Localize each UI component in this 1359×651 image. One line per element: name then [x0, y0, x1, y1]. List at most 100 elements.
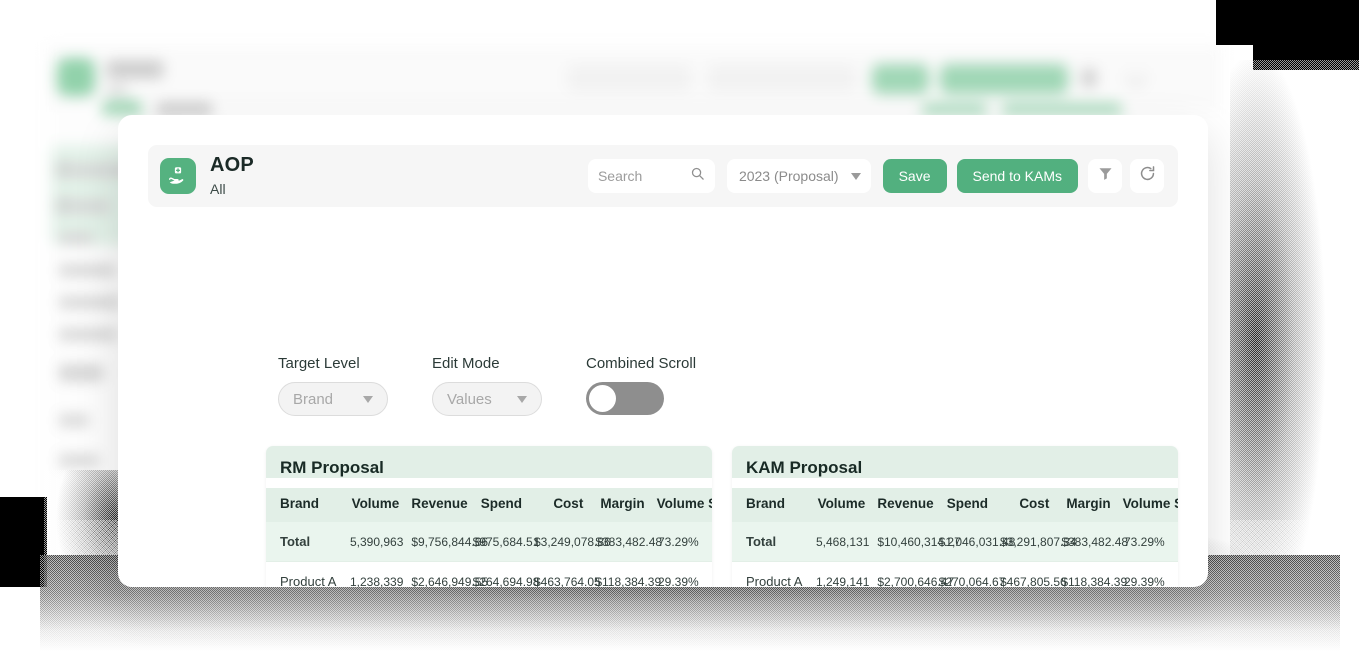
table-header-row: Brand Volume Revenue Spend Cost Margin Volume …	[266, 488, 712, 522]
page-subtitle: All	[210, 181, 226, 197]
cell-spend[interactable]: $270,064.67	[932, 561, 1005, 587]
background-refresh-icon	[1127, 69, 1145, 87]
cell-brand[interactable]: Product A	[732, 561, 810, 587]
screenshot-root: AOP All 2023 (Proposal) Save Send to KAM…	[0, 0, 1359, 651]
proposal-panel: KAM Proposal Brand Volume Revenue Spend Cost M…	[732, 446, 1178, 587]
filter-button[interactable]	[1088, 159, 1122, 193]
panel-header: KAM Proposal	[732, 446, 1178, 478]
table-row[interactable]: Product A 1,249,141 $2,700,646.47 $270,064.…	[732, 561, 1178, 587]
chevron-down-icon	[517, 395, 527, 403]
cell-margin[interactable]: $118,384.39	[1055, 561, 1127, 587]
cell-split[interactable]: 73.29%	[650, 522, 712, 562]
controls-row: Target Level Brand Edit Mode Values Comb…	[278, 355, 696, 416]
chevron-down-icon	[363, 395, 373, 403]
proposal-panel: RM Proposal Brand Volume Revenue Spend Cost Ma…	[266, 446, 712, 587]
cell-revenue[interactable]: $9,756,844.66	[405, 522, 488, 562]
chevron-down-icon	[850, 172, 861, 180]
column-header-revenue[interactable]: Revenue	[871, 488, 934, 522]
background-save-button	[872, 64, 929, 94]
cell-revenue[interactable]: $2,646,949.55	[405, 561, 488, 587]
column-header-spend[interactable]: Spend	[932, 488, 994, 522]
edit-mode-control: Edit Mode Values	[432, 355, 542, 416]
background-search-input	[567, 64, 692, 92]
table-row[interactable]: Product A 1,238,339 $2,646,949.55 $264,694.…	[266, 561, 712, 587]
background-app-title	[107, 61, 163, 78]
cell-revenue[interactable]: $10,460,314.27	[871, 522, 961, 562]
panel-header: RM Proposal	[266, 446, 712, 478]
search-icon	[690, 166, 705, 186]
column-header-spend[interactable]: Spend	[466, 488, 528, 522]
column-header-brand[interactable]: Brand	[732, 488, 810, 522]
cell-brand[interactable]: Total	[266, 522, 344, 562]
cell-split[interactable]: 29.39%	[1116, 561, 1178, 587]
target-level-select[interactable]: Brand	[278, 382, 388, 416]
cell-margin[interactable]: $383,482.48	[1055, 522, 1128, 562]
modal-title-group: AOP All	[210, 154, 254, 198]
column-header-volume-split[interactable]: Volume Split	[650, 488, 712, 522]
save-button[interactable]: Save	[882, 159, 947, 193]
target-level-label: Target Level	[278, 355, 360, 372]
table-header-row: Brand Volume Revenue Spend Cost Margin Volume …	[732, 488, 1178, 522]
cell-split[interactable]: 29.39%	[650, 561, 712, 587]
proposal-panels: RM Proposal Brand Volume Revenue Spend Cost Ma…	[266, 446, 1178, 587]
year-select[interactable]: 2023 (Proposal)	[726, 159, 871, 193]
column-header-brand[interactable]: Brand	[266, 488, 344, 522]
column-header-margin[interactable]: Margin	[1055, 488, 1117, 522]
background-app-subtitle	[107, 85, 127, 95]
combined-scroll-toggle[interactable]	[586, 382, 664, 415]
send-to-kams-button[interactable]: Send to KAMs	[956, 159, 1078, 193]
page-title: AOP	[210, 154, 254, 176]
cell-brand[interactable]: Total	[732, 522, 810, 562]
combined-scroll-control: Combined Scroll	[586, 355, 696, 415]
cell-split[interactable]: 73.29%	[1116, 522, 1178, 562]
column-header-cost[interactable]: Cost	[527, 488, 590, 522]
column-header-cost[interactable]: Cost	[993, 488, 1056, 522]
background-sidebar-label	[59, 265, 115, 276]
cell-spend[interactable]: $264,694.98	[466, 561, 539, 587]
column-header-volume-split[interactable]: Volume Split	[1116, 488, 1178, 522]
panel-title: KAM Proposal	[746, 458, 863, 477]
cell-cost[interactable]: $463,764.05	[527, 561, 601, 587]
column-header-margin[interactable]: Margin	[589, 488, 651, 522]
cell-spend[interactable]: $1,046,031.48	[932, 522, 1015, 562]
shadow-right	[1230, 60, 1359, 620]
refresh-icon	[1138, 164, 1157, 188]
cell-brand[interactable]: Product A	[266, 561, 344, 587]
cell-cost[interactable]: $3,291,807.34	[993, 522, 1077, 562]
cell-spend[interactable]: $975,684.51	[466, 522, 539, 562]
toggle-knob	[589, 385, 616, 412]
edit-mode-select[interactable]: Values	[432, 382, 542, 416]
edit-mode-label: Edit Mode	[432, 355, 500, 372]
background-sidebar-label	[59, 233, 93, 244]
background-filter-icon	[1082, 69, 1096, 87]
aop-modal: AOP All 2023 (Proposal) Save Send to KAM…	[118, 115, 1208, 587]
cell-revenue[interactable]: $2,700,646.47	[871, 561, 954, 587]
column-header-revenue[interactable]: Revenue	[405, 488, 468, 522]
cell-cost[interactable]: $3,249,078.86	[527, 522, 611, 562]
cell-margin[interactable]: $383,482.48	[589, 522, 662, 562]
background-sidebar-label	[59, 365, 103, 381]
background-send-button	[940, 64, 1068, 94]
combined-scroll-label: Combined Scroll	[586, 355, 697, 372]
background-logo-icon	[57, 58, 95, 96]
search-field[interactable]	[587, 159, 715, 193]
cell-cost[interactable]: $467,805.56	[993, 561, 1067, 587]
modal-header: AOP All 2023 (Proposal) Save Send to KAM…	[148, 145, 1178, 207]
search-input[interactable]	[597, 168, 690, 184]
cell-volume[interactable]: 5,468,131	[810, 522, 872, 562]
cell-margin[interactable]: $118,384.39	[589, 561, 661, 587]
cell-volume[interactable]: 1,238,339	[344, 561, 406, 587]
corner-block-bottom-left	[0, 497, 47, 587]
cell-volume[interactable]: 1,249,141	[810, 561, 872, 587]
table-row[interactable]: Total 5,468,131 $10,460,314.27 $1,046,031.4…	[732, 522, 1178, 562]
column-header-volume[interactable]: Volume	[344, 488, 406, 522]
background-sidebar-label	[59, 201, 109, 212]
filter-icon	[1097, 165, 1114, 187]
column-header-volume[interactable]: Volume	[810, 488, 872, 522]
cell-volume[interactable]: 5,390,963	[344, 522, 406, 562]
table-row[interactable]: Total 5,390,963 $9,756,844.66 $975,684.51 $3…	[266, 522, 712, 562]
background-sidebar-label	[59, 297, 121, 308]
refresh-button[interactable]	[1130, 159, 1164, 193]
hand-holding-plus-icon	[160, 158, 196, 194]
edit-mode-value: Values	[447, 390, 492, 408]
